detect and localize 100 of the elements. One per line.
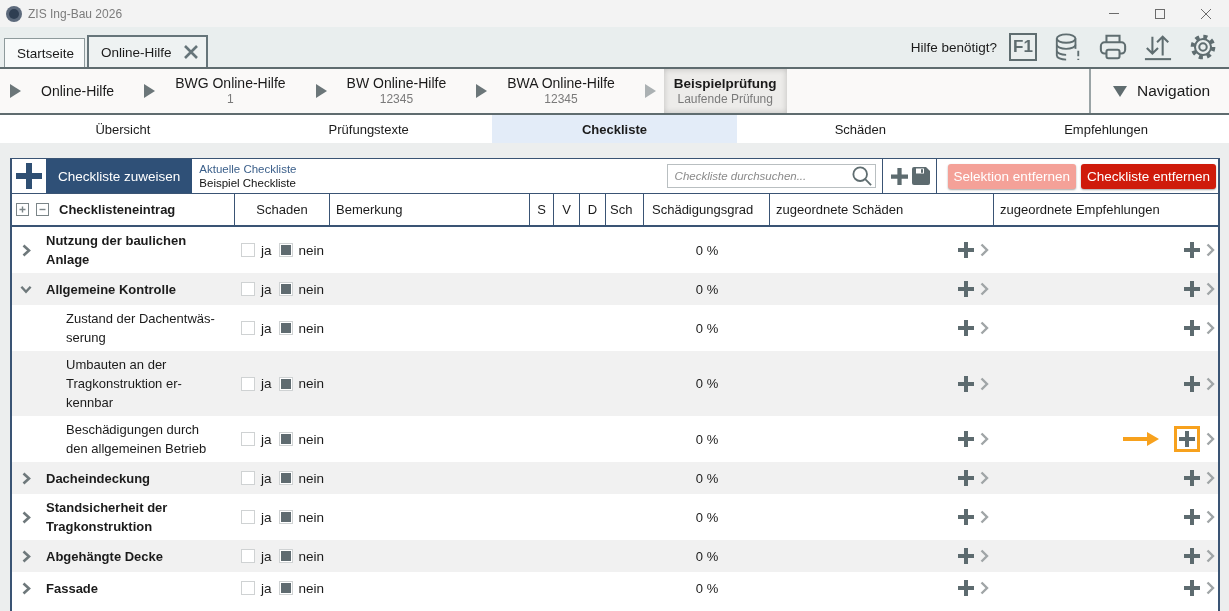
add-icon[interactable] <box>958 242 974 258</box>
checkbox-label: ja <box>261 376 272 391</box>
column-header: Schaden <box>256 202 308 217</box>
add-icon[interactable] <box>958 281 974 297</box>
checkbox[interactable] <box>241 471 255 485</box>
checkbox[interactable] <box>278 432 293 446</box>
add-icon[interactable] <box>1184 580 1200 596</box>
checkbox[interactable] <box>278 282 293 296</box>
checkbox-label: nein <box>298 242 325 258</box>
checkbox[interactable] <box>241 282 255 296</box>
chevron-right-icon[interactable] <box>980 581 989 595</box>
chevron-right-icon[interactable] <box>980 243 989 257</box>
checkbox-label: ja <box>261 580 272 596</box>
add-icon[interactable] <box>1184 375 1200 392</box>
tab[interactable]: Online-Hilfe <box>87 35 208 67</box>
add-icon[interactable] <box>958 509 974 525</box>
checkbox[interactable] <box>241 432 255 446</box>
checkbox[interactable] <box>241 549 255 563</box>
add-icon[interactable] <box>1179 431 1195 447</box>
chevron-right-icon[interactable] <box>1206 432 1215 446</box>
add-icon[interactable] <box>1184 320 1200 336</box>
add-icon[interactable] <box>1184 281 1200 297</box>
add-icon[interactable] <box>1184 548 1200 564</box>
checkbox[interactable] <box>278 471 293 485</box>
add-icon[interactable] <box>16 163 42 189</box>
chevron-right-icon[interactable] <box>980 432 989 446</box>
add-icon[interactable] <box>958 470 974 486</box>
checkbox[interactable] <box>278 376 293 391</box>
chevron-right-icon[interactable] <box>980 321 989 335</box>
checkbox[interactable] <box>241 376 255 391</box>
expand-chevron-icon[interactable] <box>22 549 31 563</box>
checkbox-label: ja <box>261 242 272 258</box>
close-icon[interactable] <box>183 45 198 59</box>
add-icon[interactable] <box>890 167 908 185</box>
table-row[interactable]: Dacheindeckung ja nein 0 % <box>12 462 1218 494</box>
tab[interactable]: Startseite <box>4 38 86 67</box>
collapse-all-icon[interactable] <box>36 203 49 216</box>
search-icon[interactable] <box>851 166 872 186</box>
database-icon[interactable] <box>1054 33 1082 61</box>
checklist-entry-label: Beschädigungen durch den allgemeinen Betrieb <box>66 421 208 458</box>
add-icon[interactable] <box>958 320 974 336</box>
expand-chevron-icon[interactable] <box>22 471 31 485</box>
damage-degree-text: 0 % <box>695 548 719 564</box>
printer-icon[interactable] <box>1099 33 1127 61</box>
add-icon[interactable] <box>958 548 974 564</box>
checkbox[interactable] <box>278 321 293 335</box>
expand-chevron-icon[interactable] <box>22 243 31 257</box>
checkbox[interactable] <box>278 510 293 524</box>
chevron-right-icon[interactable] <box>1206 243 1215 257</box>
remove-button[interactable]: Checkliste entfernen <box>1080 163 1216 189</box>
breadcrumb-item[interactable]: BWA Online-Hilfe 12345 <box>497 69 625 113</box>
help-key-button[interactable]: F1 <box>1009 33 1037 61</box>
checkbox[interactable] <box>241 243 255 257</box>
checkbox[interactable] <box>278 549 293 563</box>
checklist-entry-label: Abgehängte Decke <box>46 547 164 566</box>
checkbox[interactable] <box>278 243 293 257</box>
save-icon[interactable] <box>911 167 930 185</box>
navigation-button[interactable]: Navigation <box>1089 69 1229 113</box>
section-tab[interactable]: Checkliste <box>491 115 738 143</box>
checkbox[interactable] <box>241 581 255 595</box>
transfer-icon[interactable] <box>1144 33 1172 61</box>
add-icon[interactable] <box>958 375 974 392</box>
expand-chevron-icon[interactable] <box>22 581 31 595</box>
section-tab[interactable]: Schäden <box>737 115 984 143</box>
table-row[interactable]: Allgemeine Kontrolle ja nein 0 % <box>12 273 1218 305</box>
chevron-right-icon[interactable] <box>1206 581 1215 595</box>
add-icon[interactable] <box>1184 509 1200 525</box>
chevron-right-icon[interactable] <box>1206 510 1215 524</box>
table-row[interactable]: Abgehängte Decke ja nein 0 % <box>12 540 1218 572</box>
add-icon[interactable] <box>1184 470 1200 486</box>
maximize-icon[interactable] <box>1155 8 1165 19</box>
close-icon[interactable] <box>1201 8 1211 19</box>
checkbox-label: nein <box>298 470 325 486</box>
collapse-chevron-icon[interactable] <box>20 284 32 294</box>
add-icon[interactable] <box>958 580 974 596</box>
add-icon[interactable] <box>958 431 974 447</box>
chevron-right-icon[interactable] <box>980 510 989 524</box>
expand-chevron-icon[interactable] <box>22 510 31 524</box>
damage-degree-text: 0 % <box>695 509 719 525</box>
section-tab[interactable]: Prüfungstexte <box>245 115 492 143</box>
table-row[interactable]: Umbauten an der Tragkonstruktion er-kennbar ja nein 0 % <box>12 351 1218 416</box>
section-tab[interactable]: Empfehlungen <box>983 115 1229 143</box>
chevron-right-icon[interactable] <box>1206 321 1215 335</box>
add-icon[interactable] <box>1184 242 1200 258</box>
breadcrumb-item[interactable]: Beispielprüfung Laufende Prüfung <box>663 69 787 113</box>
checkbox[interactable] <box>241 321 255 335</box>
breadcrumb-item[interactable]: Online-Hilfe <box>31 69 125 113</box>
checkbox[interactable] <box>241 510 255 524</box>
search-field[interactable]: Checkliste durchsuchen... <box>666 164 876 188</box>
assign-checklist-button[interactable]: Checkliste zuweisen <box>46 159 193 193</box>
expand-all-icon[interactable] <box>16 203 29 216</box>
breadcrumb-arrow-icon <box>476 84 488 98</box>
column-header: zugeordnete Schäden <box>776 202 904 217</box>
breadcrumb-item[interactable]: BWG Online-Hilfe 1 <box>165 69 296 113</box>
checkbox[interactable] <box>278 581 293 595</box>
damage-degree-text: 0 % <box>695 320 719 336</box>
breadcrumb-item[interactable]: BW Online-Hilfe 12345 <box>336 69 457 113</box>
section-tab[interactable]: Übersicht <box>0 115 246 143</box>
settings-icon[interactable] <box>1189 33 1217 61</box>
checkbox-label: ja <box>261 281 272 297</box>
